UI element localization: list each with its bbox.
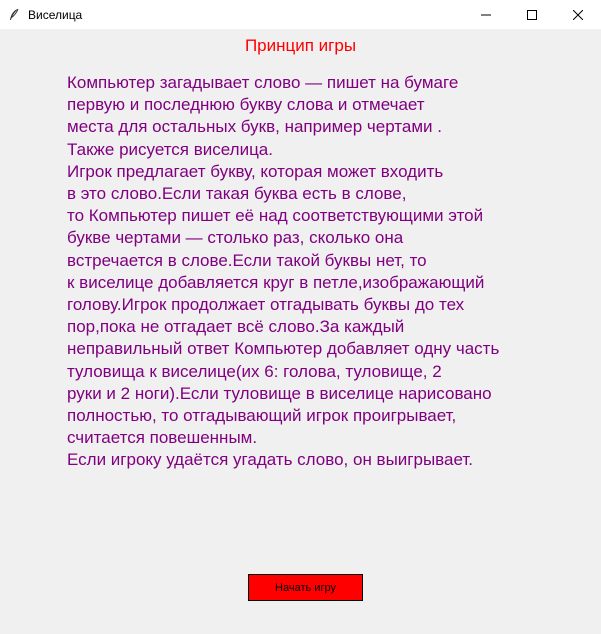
rules-line: Также рисуется виселица. [67, 139, 273, 159]
rules-line: Если игроку удаётся угадать слово, он вы… [67, 450, 473, 470]
title-bar[interactable]: Виселица [0, 0, 601, 29]
minimize-icon[interactable] [463, 0, 509, 29]
close-icon[interactable] [555, 0, 601, 29]
rules-line: неправильный ответ Компьютер добавляет о… [67, 339, 500, 359]
rules-line: Игрок предлагает букву, которая может вх… [67, 161, 444, 181]
rules-line: Компьютер загадывает слово — пишет на бу… [67, 73, 459, 92]
rules-line: к виселице добавляется круг в петле,изоб… [67, 272, 485, 292]
rules-line: считается повешенным. [67, 428, 258, 448]
rules-line: туловища к виселице(их 6: голова, тулови… [67, 361, 442, 381]
rules-line: руки и 2 ноги).Если туловище в виселице … [67, 383, 492, 403]
rules-line: голову.Игрок продолжает отгадывать буквы… [67, 295, 465, 315]
rules-line: пор,пока не отгадает всё слово.За каждый [67, 317, 405, 337]
rules-line: места для остальных букв, например черта… [67, 117, 442, 137]
rules-line: букве чертами — столько раз, сколько она [67, 228, 404, 248]
window-title: Виселица [28, 7, 83, 22]
window-controls [463, 0, 601, 29]
rules-line: то Компьютер пишет её над соответствующи… [67, 206, 484, 226]
rules-line: в это слово.Если такая буква есть в слов… [67, 184, 407, 204]
rules-line: полностью, то отгадывающий игрок проигры… [67, 406, 457, 426]
rules-line: встречается в слове.Если такой буквы нет… [67, 250, 427, 270]
feather-icon [6, 7, 22, 23]
rules-text: Компьютер загадывает слово — пишет на бу… [67, 72, 587, 472]
app-window: Виселица Принцип игры Компьютер загадыва… [0, 0, 601, 634]
start-game-button[interactable]: Начать игру [248, 574, 363, 601]
rules-heading: Принцип игры [244, 36, 357, 55]
maximize-icon[interactable] [509, 0, 555, 29]
rules-line: первую и последнюю букву слова и отмечае… [67, 95, 425, 115]
